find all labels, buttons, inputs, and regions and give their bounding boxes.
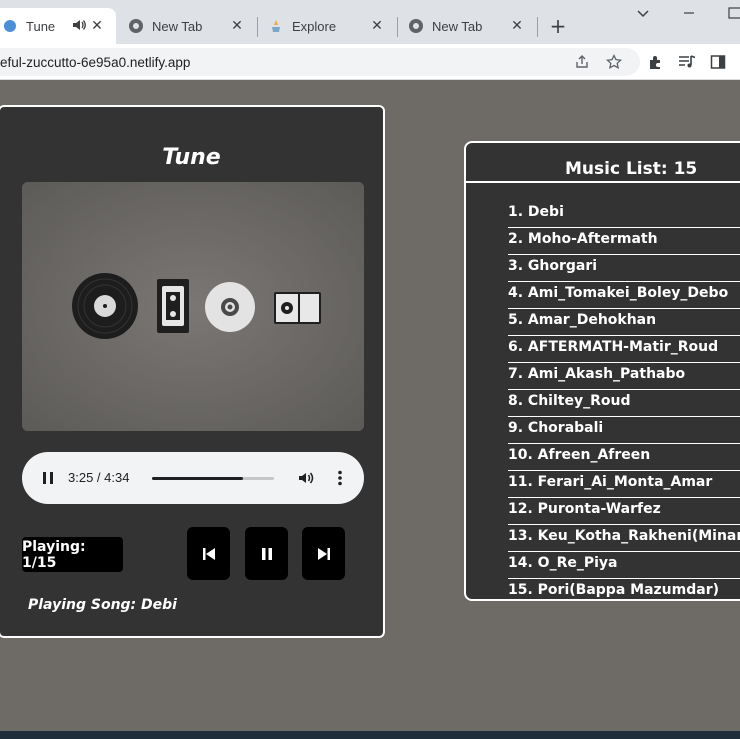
browser-tab-strip: Tune ✕ New Tab ✕ Explore ✕ New Tab ✕ +: [0, 0, 740, 44]
audio-player: 3:25 / 4:34: [22, 452, 364, 504]
song-list: 1. Debi 2. Moho-Aftermath 3. Ghorgari 4.…: [508, 201, 740, 599]
bookmark-star-icon[interactable]: [604, 52, 624, 72]
skip-next-icon: [317, 547, 330, 560]
maximize-icon[interactable]: [728, 6, 740, 24]
player-title: Tune: [162, 145, 221, 170]
music-player-panel: Tune 3:25 / 4:34 Playing: 1/15 Playing S…: [0, 105, 385, 638]
audio-playing-icon[interactable]: [72, 18, 86, 36]
share-icon[interactable]: [572, 52, 592, 72]
now-playing-text: Playing Song: Debi: [28, 597, 177, 613]
song-item[interactable]: 3. Ghorgari: [508, 255, 740, 282]
previous-button[interactable]: [187, 527, 230, 580]
tab-title: Tune: [26, 18, 56, 34]
song-item[interactable]: 15. Pori(Bappa Mazumdar): [508, 579, 740, 599]
browser-toolbar: eful-zuccutto-6e95a0.netlify.app: [0, 44, 740, 80]
more-options-icon[interactable]: [330, 468, 350, 488]
chrome-favicon-icon: [408, 18, 424, 34]
close-tab-icon[interactable]: ✕: [88, 17, 106, 35]
extensions-icon[interactable]: [645, 52, 665, 72]
tab-tune[interactable]: Tune ✕: [0, 8, 116, 44]
audio-pause-icon[interactable]: [38, 468, 58, 488]
os-taskbar: [0, 731, 740, 739]
tab-divider: [537, 17, 538, 37]
globe-favicon-icon: [2, 18, 18, 34]
audio-seek-progress: [152, 477, 243, 480]
close-tab-icon[interactable]: ✕: [368, 17, 386, 35]
tab-title: New Tab: [432, 18, 483, 34]
url-text[interactable]: eful-zuccutto-6e95a0.netlify.app: [0, 55, 190, 70]
song-item[interactable]: 6. AFTERMATH-Matir_Roud: [508, 336, 740, 363]
song-item[interactable]: 14. O_Re_Piya: [508, 552, 740, 579]
song-item[interactable]: 10. Afreen_Afreen: [508, 444, 740, 471]
minimize-icon[interactable]: [682, 6, 696, 24]
chrome-favicon-icon: [128, 18, 144, 34]
song-item[interactable]: 11. Ferari_Ai_Monta_Amar: [508, 471, 740, 498]
song-item[interactable]: 1. Debi: [508, 201, 740, 228]
song-item[interactable]: 13. Keu_Kotha_Rakheni(Minar_R: [508, 525, 740, 552]
media-control-icon[interactable]: [677, 52, 697, 72]
tab-explore[interactable]: Explore ✕: [258, 8, 396, 44]
song-item[interactable]: 9. Chorabali: [508, 417, 740, 444]
explore-favicon-icon: [268, 18, 284, 34]
music-list-heading: Music List: 15: [466, 143, 740, 183]
song-item[interactable]: 4. Ami_Tomakei_Boley_Debo: [508, 282, 740, 309]
audio-seek-bar[interactable]: [152, 477, 274, 480]
song-item[interactable]: 8. Chiltey_Roud: [508, 390, 740, 417]
album-cover-image: [22, 182, 364, 431]
song-item[interactable]: 2. Moho-Aftermath: [508, 228, 740, 255]
tab-new-tab-1[interactable]: New Tab ✕: [118, 8, 256, 44]
audio-time: 3:25 / 4:34: [68, 470, 130, 485]
close-tab-icon[interactable]: ✕: [508, 17, 526, 35]
tab-new-tab-2[interactable]: New Tab ✕: [398, 8, 536, 44]
side-panel-icon[interactable]: [708, 52, 728, 72]
close-tab-icon[interactable]: ✕: [228, 17, 246, 35]
pause-button[interactable]: [245, 527, 288, 580]
address-bar[interactable]: eful-zuccutto-6e95a0.netlify.app: [0, 48, 640, 76]
new-tab-button[interactable]: +: [546, 14, 570, 38]
pause-icon: [261, 547, 272, 560]
music-list-panel: Music List: 15 1. Debi 2. Moho-Aftermath…: [464, 141, 740, 601]
tab-title: Explore: [292, 18, 337, 34]
playing-count-badge: Playing: 1/15: [22, 537, 123, 572]
song-item[interactable]: 5. Amar_Dehokhan: [508, 309, 740, 336]
page-content: Tune 3:25 / 4:34 Playing: 1/15 Playing S…: [0, 81, 740, 731]
skip-previous-icon: [202, 547, 215, 560]
song-item[interactable]: 12. Puronta-Warfez: [508, 498, 740, 525]
next-button[interactable]: [302, 527, 345, 580]
song-item[interactable]: 7. Ami_Akash_Pathabo: [508, 363, 740, 390]
volume-icon[interactable]: [296, 468, 316, 488]
tab-search-chevron-icon[interactable]: [636, 6, 650, 24]
tab-title: New Tab: [152, 18, 203, 34]
